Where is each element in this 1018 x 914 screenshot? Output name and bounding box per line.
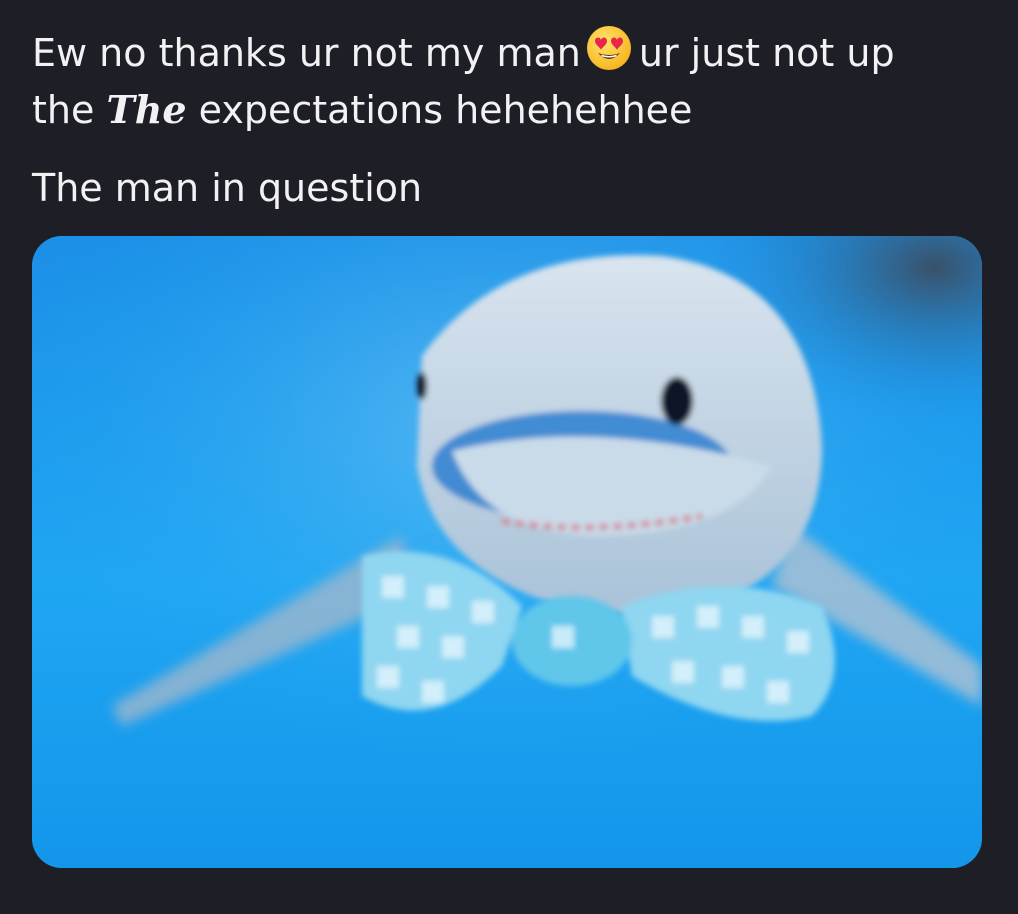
post-image[interactable] (32, 236, 982, 868)
post-text-part-2: ur just not up (638, 31, 895, 75)
heart-eyes-emoji-icon (586, 26, 631, 70)
post-text-line-1: Ew no thanks ur not my man ur just not u… (32, 24, 895, 75)
post-text-the: the (32, 88, 95, 132)
post: Ew no thanks ur not my man ur just not u… (0, 0, 1018, 914)
post-text-line-2: the The expectations hehehehhee (32, 87, 693, 133)
shark-plush-image (32, 236, 982, 868)
post-text-expectations: expectations hehehehhee (198, 88, 693, 132)
post-text-styled-the: The (106, 87, 187, 132)
post-caption: The man in question (32, 166, 423, 210)
post-text-part-1: Ew no thanks ur not my man (32, 31, 581, 75)
